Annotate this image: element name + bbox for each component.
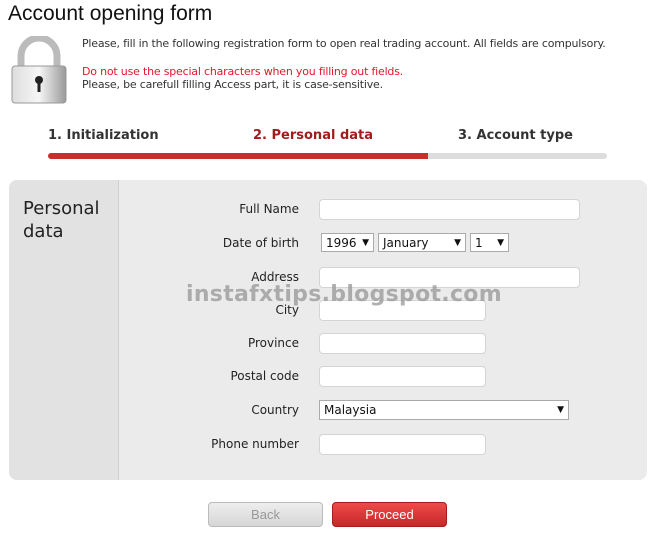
dob-label: Date of birth [222,236,299,250]
watermark: instafxtips.blogspot.com [186,282,502,307]
case-note: Please, be carefull filling Access part,… [82,78,383,91]
birth-year-select[interactable]: 1996 ▼ [321,233,374,252]
country-select[interactable]: Malaysia ▼ [319,400,569,420]
birth-month-select[interactable]: January ▼ [378,233,466,252]
postal-code-label: Postal code [230,369,299,383]
full-name-input[interactable] [319,199,580,220]
province-input[interactable] [319,333,486,354]
step-personal-data: 2. Personal data [253,128,374,143]
phone-label: Phone number [211,437,299,451]
lock-icon [9,34,69,104]
full-name-label: Full Name [239,202,299,216]
page-title: Account opening form [8,2,213,25]
birth-day-value: 1 [475,235,483,250]
back-button[interactable]: Back [208,502,323,527]
phone-input[interactable] [319,434,486,455]
chevron-down-icon: ▼ [454,237,461,248]
country-value: Malaysia [324,403,377,417]
birth-day-select[interactable]: 1 ▼ [470,233,509,252]
birth-year-value: 1996 [326,235,357,250]
postal-code-input[interactable] [319,366,486,387]
chevron-down-icon: ▼ [557,405,564,415]
chevron-down-icon: ▼ [362,237,369,248]
chevron-down-icon: ▼ [497,237,504,248]
step-account-type: 3. Account type [458,128,573,143]
birth-month-value: January [383,235,429,250]
step-initialization: 1. Initialization [48,128,159,143]
warning-text: Do not use the special characters when y… [82,65,404,78]
progress-bar [48,153,607,159]
proceed-button[interactable]: Proceed [332,502,447,527]
country-label: Country [251,403,299,417]
province-label: Province [247,336,299,350]
progress-fill [48,153,429,159]
intro-text: Please, fill in the following registrati… [82,37,606,50]
